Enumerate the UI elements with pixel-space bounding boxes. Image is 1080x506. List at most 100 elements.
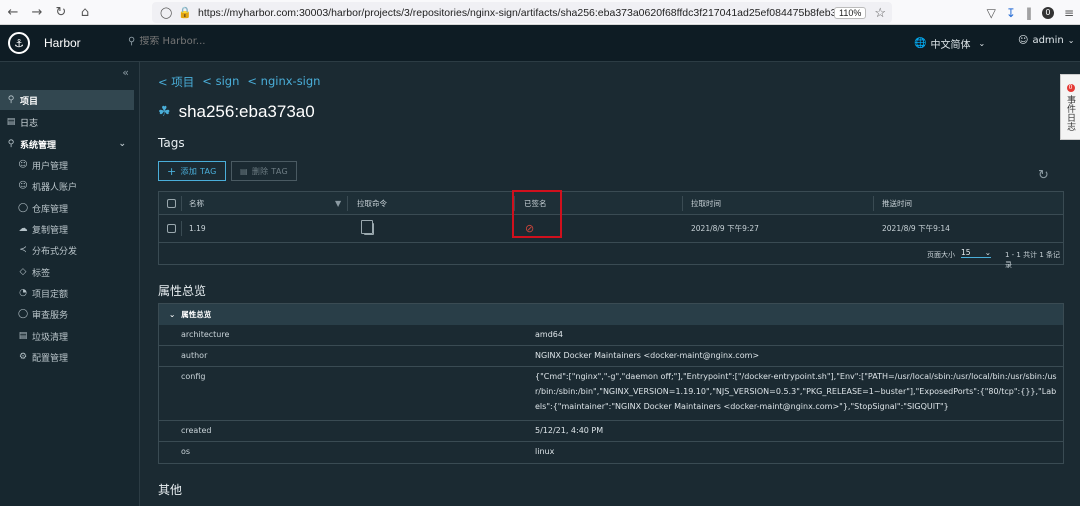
tags-heading: Tags <box>158 136 185 150</box>
sidebar-item-label: 项目 <box>20 96 39 107</box>
copy-pull-command-button[interactable] <box>361 215 374 242</box>
sidebar-item-labels[interactable]: ◇ 标签 <box>0 262 134 282</box>
tag-icon: ◇ <box>19 267 27 277</box>
sidebar-item-registries[interactable]: ◯ 仓库管理 <box>0 198 134 218</box>
property-key: config <box>181 372 206 381</box>
column-header-name[interactable]: 名称 <box>189 192 204 214</box>
robot-icon: ☺ <box>18 181 28 191</box>
chevron-down-icon: ⌄ <box>1067 36 1075 45</box>
sidebar-item-interrogation-services[interactable]: ◯ 审查服务 <box>0 304 134 324</box>
shield-icon: ◯ <box>160 7 173 19</box>
menu-icon[interactable]: ≡ <box>1064 6 1074 20</box>
event-log-tab[interactable]: 0 事件日志 <box>1060 74 1080 140</box>
property-row: author NGINX Docker Maintainers <docker-… <box>159 346 1063 367</box>
pocket-icon[interactable]: ▽ <box>987 6 996 20</box>
projects-icon: ⚲ <box>7 95 15 105</box>
properties-panel-title: 属性总览 <box>181 310 212 319</box>
zoom-badge[interactable]: 110% <box>833 6 867 19</box>
brand-name[interactable]: Harbor <box>44 36 81 50</box>
admin-icon: ⚲ <box>7 139 15 149</box>
sidebar-item-distributions[interactable]: ≺ 分布式分发 <box>0 240 134 260</box>
sidebar-item-robot-accounts[interactable]: ☺ 机器人账户 <box>0 176 134 196</box>
breadcrumb-item-project[interactable]: < sign <box>202 74 239 90</box>
collapse-sidebar-icon[interactable]: « <box>122 66 129 79</box>
row-checkbox[interactable] <box>167 215 176 242</box>
page-size-select[interactable]: 15 ⌄ <box>961 248 991 258</box>
sidebar-item-garbage-collection[interactable]: ▤ 垃圾清理 <box>0 326 134 346</box>
url-text: https://myharbor.com:30003/harbor/projec… <box>198 6 834 19</box>
sidebar-item-label: 用户管理 <box>32 161 69 172</box>
browser-tools: ▽ ↧ ‖ 0 ≡ <box>987 2 1074 23</box>
select-all-checkbox[interactable] <box>167 192 176 214</box>
home-icon[interactable]: ⌂ <box>74 1 96 23</box>
breadcrumb-item-projects[interactable]: < 项目 <box>158 74 194 90</box>
event-log-label: 事件日志 <box>1065 94 1075 131</box>
docker-whale-icon: ☘ <box>158 104 171 120</box>
copy-icon <box>361 219 374 235</box>
tag-name: 1.19 <box>189 224 206 233</box>
delete-tag-button[interactable]: ▤ 删除 TAG <box>231 161 297 181</box>
download-icon[interactable]: ↧ <box>1006 6 1016 20</box>
properties-panel-header[interactable]: ⌄ 属性总览 <box>159 304 1063 325</box>
global-search[interactable]: ⚲ <box>128 36 260 47</box>
sidebar-item-configuration[interactable]: ⚙ 配置管理 <box>0 347 134 367</box>
address-bar[interactable]: ◯ 🔒 https://myharbor.com:30003/harbor/pr… <box>152 2 892 23</box>
chevron-down-icon: ⌄ <box>978 39 986 48</box>
signed-column-highlight-box <box>512 190 562 238</box>
column-header-pull-command: 拉取命令 <box>357 198 387 208</box>
column-header-push-time[interactable]: 推送时间 <box>882 192 912 214</box>
sidebar-item-replications[interactable]: ☁ 复制管理 <box>0 219 134 239</box>
logs-icon: ▤ <box>6 117 16 127</box>
shield-icon: ◯ <box>18 309 29 319</box>
table-pagination: 页面大小 15 ⌄ 1 - 1 共计 1 条记录 <box>159 243 1063 269</box>
back-icon[interactable]: ← <box>2 1 24 23</box>
plus-icon: + <box>167 164 177 178</box>
sidebar-item-logs[interactable]: ▤ 日志 <box>0 112 134 132</box>
reload-icon[interactable]: ↻ <box>50 1 72 23</box>
forward-icon[interactable]: → <box>26 1 48 23</box>
property-value: 5/12/21, 4:40 PM <box>535 426 604 435</box>
cloud-icon: ☁ <box>18 224 28 234</box>
registry-icon: ◯ <box>18 203 29 213</box>
event-count-badge: 0 <box>1066 83 1075 92</box>
gear-icon: ⚙ <box>18 352 28 362</box>
library-icon[interactable]: ‖ <box>1026 6 1032 20</box>
sidebar-item-label: 配置管理 <box>32 353 69 364</box>
refresh-icon[interactable]: ↻ <box>1038 168 1049 183</box>
chevron-down-icon: ⌄ <box>169 310 176 319</box>
sidebar-item-label: 仓库管理 <box>32 204 69 215</box>
delete-tag-label: 删除 TAG <box>251 166 288 176</box>
breadcrumb-item-repository[interactable]: < nginx-sign <box>247 74 320 90</box>
search-icon: ⚲ <box>128 36 136 47</box>
add-tag-button[interactable]: + 添加 TAG <box>158 161 226 181</box>
sidebar-item-users[interactable]: ☺ 用户管理 <box>0 155 134 175</box>
property-row: created 5/12/21, 4:40 PM <box>159 421 1063 442</box>
sidebar-item-label: 分布式分发 <box>32 246 78 257</box>
search-input[interactable] <box>139 36 260 47</box>
harbor-logo-icon[interactable]: ⚓ <box>8 32 30 54</box>
table-row[interactable]: 1.19 ⊘ 2021/8/9 下午9:27 2021/8/9 下午9:14 <box>159 215 1063 243</box>
sidebar-item-label: 项目定额 <box>32 289 69 300</box>
sidebar-item-quotas[interactable]: ◔ 项目定额 <box>0 283 134 303</box>
other-heading: 其他 <box>158 483 183 497</box>
column-header-pull-time[interactable]: 拉取时间 <box>691 192 721 214</box>
page-size-value: 15 <box>961 248 971 257</box>
property-value: amd64 <box>535 330 563 339</box>
tags-table: 名称 ▼ 拉取命令 已签名 拉取时间 推送时间 1.19 ⊘ 2021/8/9 … <box>158 191 1064 269</box>
property-key: architecture <box>181 330 230 339</box>
property-value: linux <box>535 447 555 456</box>
chevron-down-icon: ⌄ <box>118 139 126 149</box>
sidebar-item-label: 系统管理 <box>20 140 57 151</box>
bookmark-star-icon[interactable]: ☆ <box>874 5 886 21</box>
language-switcher[interactable]: 🌐 中文简体 ⌄ <box>914 36 985 51</box>
profile-badge[interactable]: 0 <box>1041 6 1054 19</box>
sidebar-item-projects[interactable]: ⚲ 项目 <box>0 90 134 110</box>
property-row: config {"Cmd":["nginx","-g","daemon off;… <box>159 367 1063 421</box>
property-row: os linux <box>159 442 1063 463</box>
filter-icon[interactable]: ▼ <box>335 199 341 208</box>
browser-toolbar: ← → ↻ ⌂ ◯ 🔒 https://myharbor.com:30003/h… <box>0 0 1080 25</box>
sidebar-item-administration[interactable]: ⚲ 系统管理 ⌄ <box>0 134 134 154</box>
language-label: 中文简体 <box>930 40 971 51</box>
user-menu[interactable]: ☺ admin ⌄ <box>1018 35 1074 46</box>
sidebar-item-label: 日志 <box>20 118 39 129</box>
